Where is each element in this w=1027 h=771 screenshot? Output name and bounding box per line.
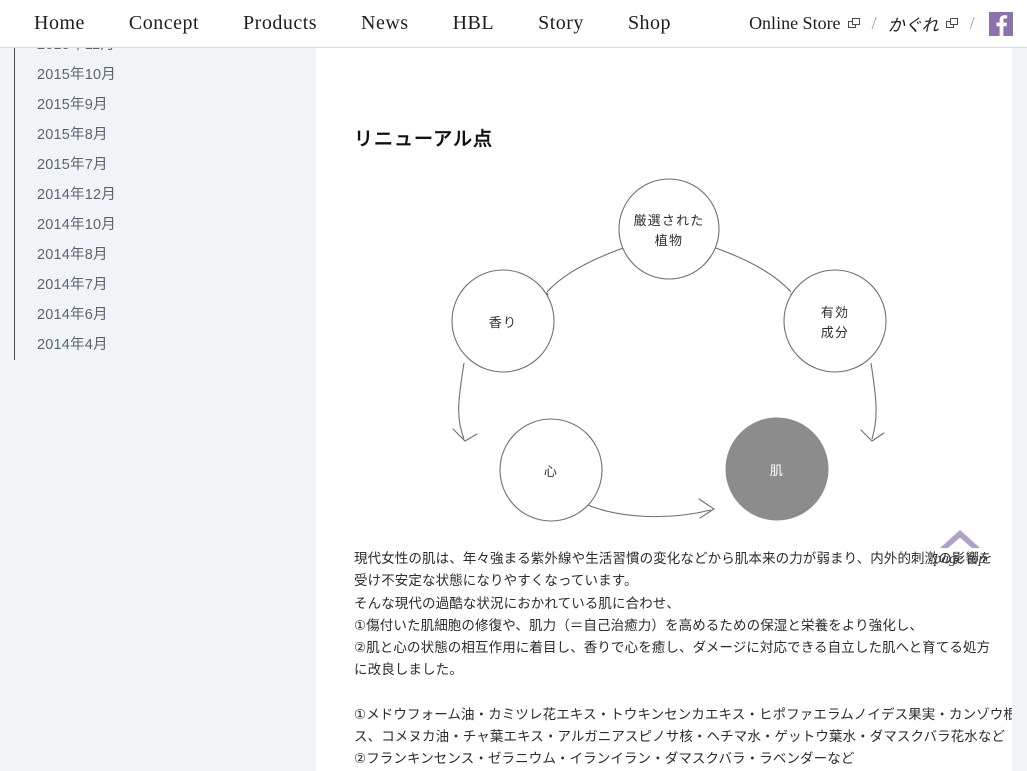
page-root: Home Concept Products News HBL Story Sho… (0, 0, 1027, 771)
svg-text:肌: 肌 (770, 463, 784, 478)
sidebar-item-archive-4[interactable]: 2015年7月 (15, 150, 304, 180)
svg-text:香り: 香り (489, 315, 517, 330)
kagure-label: かぐれ (887, 16, 939, 35)
sidebar-item-archive-7[interactable]: 2014年8月 (15, 240, 304, 270)
external-link-icon (847, 18, 861, 29)
archive-list: 2015年11月 2015年10月 2015年9月 2015年8月 2015年7… (14, 48, 304, 360)
sidebar-item-archive-10[interactable]: 2014年4月 (15, 330, 304, 360)
edge-plants-fragrance (546, 245, 630, 293)
nav-item-shop[interactable]: Shop (606, 12, 693, 35)
body-line-2: 受け不安定な状態になりやすくなっています。 (354, 573, 638, 589)
chevron-up-icon (940, 530, 980, 548)
nav-item-online-store[interactable]: Online Store (749, 13, 861, 34)
nav-item-concept[interactable]: Concept (107, 12, 221, 35)
ingredients-line-3: ②フランキンセンス・ゼラニウム・イランイラン・ダマスクバラ・ラベンダーなど (354, 751, 855, 767)
sidebar-item-archive-3[interactable]: 2015年8月 (15, 120, 304, 150)
cycle-diagram: 厳選された 植物 香り 有効 成分 心 肌 (336, 158, 996, 568)
sidebar-item-archive-5[interactable]: 2014年12月 (15, 180, 304, 210)
sidebar-item-archive-1[interactable]: 2015年10月 (15, 60, 304, 90)
body-line-6: に改良しました。 (354, 662, 463, 678)
diagram-node-plants: 厳選された 植物 (618, 178, 720, 280)
nav-item-hbl[interactable]: HBL (431, 12, 517, 35)
nav-item-home[interactable]: Home (12, 12, 107, 35)
main-content: リニューアル点 厳選された 植物 香り 有効 成分 心 肌 現代女性の肌は、年々… (316, 48, 1012, 771)
list-item: 2014年4月 (15, 330, 304, 360)
edge-mind-skin (582, 502, 712, 518)
sidebar-item-archive-8[interactable]: 2014年7月 (15, 270, 304, 300)
edge-plants-ingredient (709, 245, 792, 293)
list-item: 2015年8月 (15, 120, 304, 150)
list-item: 2014年10月 (15, 210, 304, 240)
body-line-4: ①傷付いた肌細胞の修復や、肌力（＝自己治癒力）を高めるための保湿と栄養をより強化… (354, 617, 924, 633)
body-line-3: そんな現代の過酷な状況におかれている肌に合わせ、 (354, 595, 680, 611)
page-right-gutter (1012, 48, 1027, 771)
sidebar-item-archive-2[interactable]: 2015年9月 (15, 90, 304, 120)
svg-text:植物: 植物 (655, 233, 683, 248)
edge-ingredient-skin (870, 362, 877, 440)
page-top-label: page top (933, 551, 987, 567)
list-item: 2015年10月 (15, 60, 304, 90)
svg-text:厳選された: 厳選された (633, 213, 704, 228)
diagram-node-fragrance: 香り (451, 269, 555, 373)
list-item: 2015年9月 (15, 90, 304, 120)
svg-text:成分: 成分 (821, 325, 849, 340)
page-title: リニューアル点 (354, 128, 494, 150)
list-item: 2014年7月 (15, 270, 304, 300)
sidebar-item-archive-0[interactable]: 2015年11月 (15, 48, 304, 60)
list-item: 2015年7月 (15, 150, 304, 180)
svg-text:心: 心 (544, 464, 558, 479)
top-navigation-bar: Home Concept Products News HBL Story Sho… (0, 0, 1027, 48)
edge-fragrance-mind (458, 362, 465, 440)
secondary-nav: Online Store / かぐれ / (749, 11, 1013, 36)
sidebar: 2015年11月 2015年10月 2015年9月 2015年8月 2015年7… (0, 48, 316, 771)
ingredients-line-2: ス、コメヌカ油・チャ葉エキス・アルガニアスピノサ核・ヘチマ水・ゲットウ葉水・ダマ… (354, 729, 1006, 745)
nav-item-products[interactable]: Products (221, 12, 339, 35)
page-top-button[interactable]: page top (928, 528, 992, 574)
nav-separator-1: / (871, 13, 877, 33)
nav-item-story[interactable]: Story (516, 12, 606, 35)
body-line-1: 現代女性の肌は、年々強まる紫外線や生活習慣の変化などから肌本来の力が弱まり、内外… (354, 551, 993, 566)
list-item: 2014年8月 (15, 240, 304, 270)
ingredients-line-1: ①メドウフォーム油・カミツレ花エキス・トウキンセンカエキス・ヒポファエラムノイデ… (354, 706, 1012, 722)
primary-nav: Home Concept Products News HBL Story Sho… (12, 12, 693, 35)
nav-item-news[interactable]: News (339, 12, 431, 35)
diagram-node-mind: 心 (499, 418, 603, 522)
list-item: 2014年6月 (15, 300, 304, 330)
diagram-node-ingredient: 有効 成分 (783, 269, 887, 373)
facebook-icon[interactable] (988, 11, 1013, 36)
sidebar-item-archive-9[interactable]: 2014年6月 (15, 300, 304, 330)
body-copy: 現代女性の肌は、年々強まる紫外線や生活習慣の変化などから肌本来の力が弱まり、内外… (354, 548, 1012, 771)
external-link-icon (945, 18, 959, 29)
list-item: 2015年11月 (15, 48, 304, 60)
body-line-5: ②肌と心の状態の相互作用に着目し、香りで心を癒し、ダメージに対応できる自立した肌… (354, 640, 991, 656)
diagram-node-skin: 肌 (725, 417, 829, 521)
list-item: 2014年12月 (15, 180, 304, 210)
online-store-label: Online Store (749, 13, 841, 33)
nav-item-kagure[interactable]: かぐれ (888, 11, 959, 36)
nav-separator-2: / (969, 13, 975, 33)
sidebar-item-archive-6[interactable]: 2014年10月 (15, 210, 304, 240)
svg-text:有効: 有効 (821, 305, 849, 320)
